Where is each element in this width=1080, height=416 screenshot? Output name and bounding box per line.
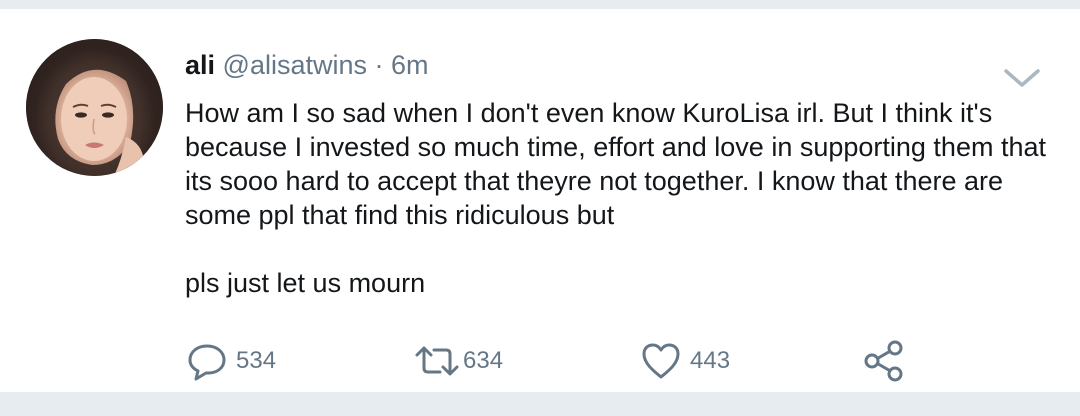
chevron-down-icon[interactable] xyxy=(1002,64,1042,92)
heart-icon xyxy=(640,340,682,382)
tweet-paragraph: pls just let us mourn xyxy=(185,268,426,298)
reply-button[interactable]: 534 xyxy=(186,339,276,383)
reply-count: 534 xyxy=(236,347,277,374)
tweet-header: ali @alisatwins · 6m xyxy=(185,49,429,81)
retweet-button[interactable]: 634 xyxy=(413,339,503,383)
retweet-arrows-icon xyxy=(413,340,461,382)
top-divider xyxy=(0,0,1080,9)
like-count: 443 xyxy=(690,347,731,374)
separator-dot: · xyxy=(374,50,384,80)
like-button[interactable]: 443 xyxy=(640,339,730,383)
retweet-count: 634 xyxy=(463,347,504,374)
tweet-text: How am I so sad when I don't even know K… xyxy=(185,96,1065,300)
avatar[interactable] xyxy=(26,39,163,176)
timestamp[interactable]: 6m xyxy=(391,50,429,80)
speech-bubble-icon xyxy=(186,340,228,382)
share-button[interactable] xyxy=(862,339,906,383)
display-name[interactable]: ali xyxy=(185,50,215,80)
tweet-card[interactable]: ali @alisatwins · 6m How am I so sad whe… xyxy=(0,9,1080,392)
bottom-divider xyxy=(0,392,1080,416)
tweet-paragraph: How am I so sad when I don't even know K… xyxy=(185,98,1046,230)
tweet-actions: 534 634 443 xyxy=(0,339,1080,383)
user-handle[interactable]: @alisatwins xyxy=(223,50,367,80)
share-nodes-icon xyxy=(862,340,906,382)
